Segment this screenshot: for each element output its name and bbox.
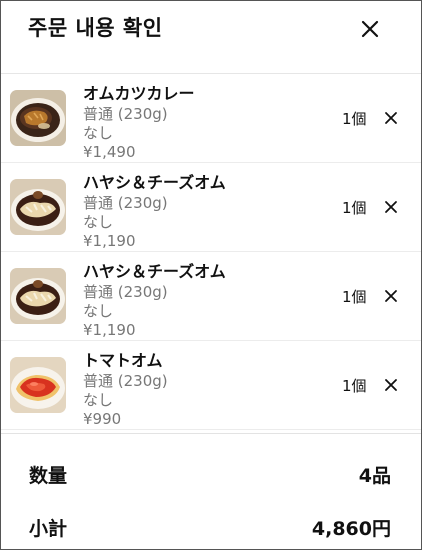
dialog-title: 주문 내용 확인 — [28, 16, 163, 40]
item-size: 普通 (230g) — [83, 105, 168, 123]
quantity-value: 4品 — [358, 465, 391, 487]
item-quantity: 1個 — [342, 199, 367, 217]
close-button[interactable] — [356, 15, 384, 43]
quantity-label: 数量 — [29, 465, 68, 487]
item-option: なし — [83, 391, 114, 409]
item-size: 普通 (230g) — [83, 283, 168, 301]
item-price: ¥1,490 — [83, 143, 136, 161]
item-quantity: 1個 — [342, 377, 367, 395]
item-size: 普通 (230g) — [83, 372, 168, 390]
close-icon — [385, 290, 397, 302]
order-item-list: オムカツカレー 普通 (230g) なし ¥1,490 1個 ハヤシ＆チーズオム… — [1, 74, 421, 430]
order-item: ハヤシ＆チーズオム 普通 (230g) なし ¥1,190 1個 — [1, 252, 421, 341]
omucutlet-curry-photo — [10, 90, 66, 146]
dialog-header: 주문 내용 확인 — [1, 1, 421, 74]
remove-item-button[interactable] — [382, 198, 400, 216]
item-option: なし — [83, 213, 114, 231]
hayashi-cheese-omu-photo — [10, 179, 66, 235]
item-price: ¥1,190 — [83, 232, 136, 250]
remove-item-button[interactable] — [382, 109, 400, 127]
item-option: なし — [83, 124, 114, 142]
item-name: ハヤシ＆チーズオム — [83, 173, 226, 192]
item-price: ¥990 — [83, 410, 122, 428]
item-name: ハヤシ＆チーズオム — [83, 262, 226, 281]
close-icon — [361, 20, 379, 38]
item-quantity: 1個 — [342, 110, 367, 128]
hayashi-cheese-omu-photo — [10, 268, 66, 324]
item-option: なし — [83, 302, 114, 320]
item-name: オムカツカレー — [83, 84, 195, 103]
subtotal-value: 4,860円 — [311, 518, 391, 540]
tomato-omu-photo — [10, 357, 66, 413]
item-size: 普通 (230g) — [83, 194, 168, 212]
order-confirmation-dialog: 주문 내용 확인 オムカツカレー 普通 (230g) なし ¥1,490 1個 … — [0, 0, 422, 550]
close-icon — [385, 379, 397, 391]
remove-item-button[interactable] — [382, 376, 400, 394]
order-item: ハヤシ＆チーズオム 普通 (230g) なし ¥1,190 1個 — [1, 163, 421, 252]
order-item: トマトオム 普通 (230g) なし ¥990 1個 — [1, 341, 421, 430]
close-icon — [385, 112, 397, 124]
subtotal-label: 小計 — [29, 518, 68, 540]
remove-item-button[interactable] — [382, 287, 400, 305]
item-price: ¥1,190 — [83, 321, 136, 339]
item-name: トマトオム — [83, 351, 163, 370]
order-summary: 数量 4品 小計 4,860円 — [1, 433, 421, 549]
order-item: オムカツカレー 普通 (230g) なし ¥1,490 1個 — [1, 74, 421, 163]
item-quantity: 1個 — [342, 288, 367, 306]
close-icon — [385, 201, 397, 213]
